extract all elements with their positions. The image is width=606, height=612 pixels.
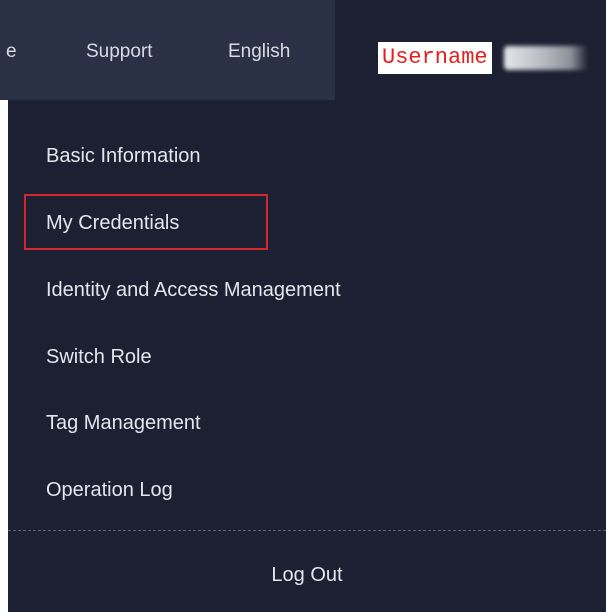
screenshot-frame: e Support English Username Basic Informa…: [0, 0, 606, 612]
logout-button[interactable]: Log Out: [8, 562, 606, 588]
menu-item-identity-and-access-management[interactable]: Identity and Access Management: [46, 277, 341, 303]
nav-item-support[interactable]: Support: [86, 40, 153, 64]
menu-divider: [8, 530, 606, 531]
username-label: Username: [378, 42, 492, 74]
menu-item-tag-management[interactable]: Tag Management: [46, 410, 201, 436]
menu-item-basic-information[interactable]: Basic Information: [46, 143, 201, 169]
nav-item-clipped[interactable]: e: [6, 40, 17, 64]
menu-item-my-credentials[interactable]: My Credentials: [46, 210, 179, 236]
redacted-account-name: [504, 46, 588, 70]
account-dropdown-menu: Basic Information My Credentials Identit…: [8, 100, 606, 612]
menu-item-switch-role[interactable]: Switch Role: [46, 344, 152, 370]
username-menu-trigger[interactable]: Username: [372, 42, 606, 74]
top-navigation-bar: e Support English: [0, 0, 335, 100]
menu-item-operation-log[interactable]: Operation Log: [46, 477, 173, 503]
nav-item-language[interactable]: English: [228, 40, 290, 64]
